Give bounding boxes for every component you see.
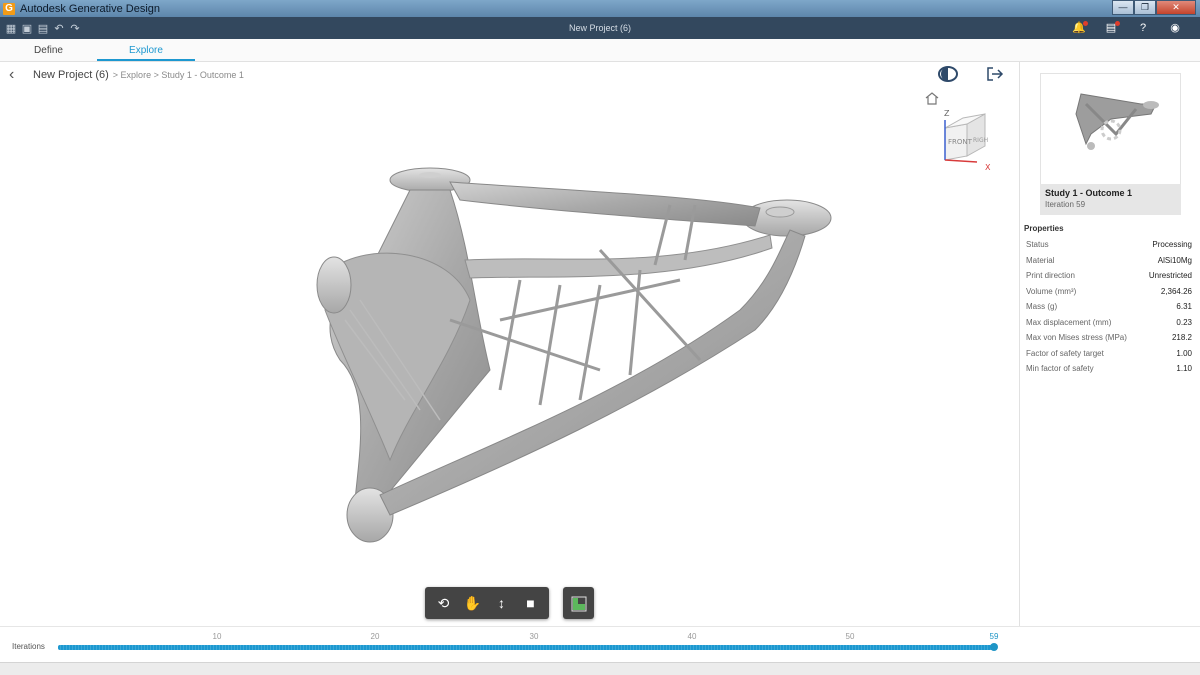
property-label: Print direction <box>1026 271 1075 280</box>
window-controls: — ❐ ✕ <box>1112 0 1196 15</box>
property-value: 6.31 <box>1176 302 1192 311</box>
viewcube-right-label: RIGH <box>973 137 988 144</box>
iterations-slider-track[interactable] <box>58 645 994 650</box>
viewcube[interactable]: Z X FRONT RIGH <box>937 106 995 172</box>
iteration-tick: 50 <box>845 632 855 641</box>
property-row: Volume (mm³) 2,364.26 <box>1026 287 1192 303</box>
minimize-button[interactable]: — <box>1112 0 1134 15</box>
visibility-toggle-icon[interactable] <box>938 66 958 82</box>
save-as-icon[interactable]: ▤ <box>36 22 50 35</box>
property-label: Status <box>1026 240 1049 249</box>
iteration-tick: 10 <box>212 632 222 641</box>
outcome-card[interactable]: Study 1 - Outcome 1 Iteration 59 <box>1040 184 1181 215</box>
section-analysis-icon <box>571 596 587 612</box>
property-value: 0.23 <box>1176 317 1192 327</box>
home-icon[interactable] <box>924 91 940 105</box>
outcome-thumbnail-image <box>1075 93 1159 150</box>
property-row: Print direction Unrestricted <box>1026 271 1192 287</box>
property-row: Mass (g) 6.31 <box>1026 302 1192 318</box>
orbit-icon[interactable]: ⟲ <box>433 595 455 612</box>
notification-badge <box>1083 21 1088 26</box>
iterations-slider-handle[interactable] <box>990 643 998 651</box>
property-value: 2,364.26 <box>1160 286 1192 296</box>
window-titlebar: G Autodesk Generative Design — ❐ ✕ <box>0 0 1200 17</box>
redo-icon[interactable]: ↷ <box>68 22 82 35</box>
pan-hand-icon[interactable]: ✋ <box>462 595 484 612</box>
property-row: Max von Mises stress (MPa) 218.2 <box>1026 333 1192 349</box>
project-title: New Project (6) <box>568 23 631 33</box>
section-analysis-button[interactable] <box>563 587 594 619</box>
app-header: ▦ ▣ ▤ ↶ ↷ New Project (6) 🔔 ▤ ? ◉ <box>0 17 1200 39</box>
iterations-label: Iterations <box>12 642 45 651</box>
outcome-panel: Study 1 - Outcome 1 Iteration 59 Propert… <box>1020 62 1200 662</box>
property-value: AlSi10Mg <box>1157 255 1192 265</box>
outcome-iteration: Iteration 59 <box>1045 200 1086 209</box>
property-value: Unrestricted <box>1148 271 1192 280</box>
viewcube-z-label: Z <box>944 109 950 118</box>
outcome-title: Study 1 - Outcome 1 <box>1045 188 1133 198</box>
breadcrumb: ‹ New Project (6) > Explore > Study 1 - … <box>0 62 1020 88</box>
property-row: Material AlSi10Mg <box>1026 256 1192 272</box>
jobs-badge <box>1115 21 1120 26</box>
properties-list: Status Processing Material AlSi10Mg Print … <box>1026 240 1192 380</box>
iteration-tick: 20 <box>370 632 380 641</box>
property-row: Status Processing <box>1026 240 1192 256</box>
header-actions: 🔔 ▤ ? ◉ <box>1072 20 1182 36</box>
property-label: Volume (mm³) <box>1026 286 1077 296</box>
mode-tabs: Define Explore <box>0 39 1200 62</box>
close-button[interactable]: ✕ <box>1156 0 1196 15</box>
viewcube-x-label: X <box>985 163 991 172</box>
status-strip <box>0 662 1200 675</box>
app-logo-icon: G <box>3 2 15 15</box>
export-icon[interactable] <box>985 66 1005 82</box>
generative-model[interactable] <box>300 160 845 550</box>
property-value: 1.00 <box>1176 348 1192 358</box>
3d-viewport[interactable]: Z X FRONT RIGH ⟲ ✋ ↕ ■ <box>0 88 1019 626</box>
property-row: Max displacement (mm) 0.23 <box>1026 318 1192 334</box>
camera-icon[interactable]: ■ <box>520 595 542 611</box>
property-label: Min factor of safety <box>1026 364 1094 373</box>
property-value: 1.10 <box>1176 364 1192 373</box>
iterations-bar: Iterations 10 20 30 40 50 59 <box>0 626 1200 662</box>
property-label: Max displacement (mm) <box>1026 317 1112 327</box>
maximize-button[interactable]: ❐ <box>1134 0 1156 15</box>
save-icon[interactable]: ▣ <box>20 22 34 35</box>
viewcube-front-label: FRONT <box>948 138 973 146</box>
property-label: Mass (g) <box>1026 302 1058 311</box>
help-icon[interactable]: ? <box>1136 20 1150 36</box>
tab-define[interactable]: Define <box>0 39 97 61</box>
tab-explore[interactable]: Explore <box>97 39 195 61</box>
iteration-tick: 30 <box>529 632 539 641</box>
iteration-tick: 40 <box>687 632 697 641</box>
jobs-icon[interactable]: ▤ <box>1104 20 1120 36</box>
grid-icon[interactable]: ▦ <box>4 22 18 35</box>
property-label: Factor of safety target <box>1026 348 1104 358</box>
navigation-toolbar: ⟲ ✋ ↕ ■ <box>425 587 549 619</box>
notifications-icon[interactable]: 🔔 <box>1072 20 1088 36</box>
property-label: Max von Mises stress (MPa) <box>1026 333 1127 342</box>
properties-heading: Properties <box>1024 224 1064 233</box>
breadcrumb-project[interactable]: New Project (6) <box>33 69 109 81</box>
property-label: Material <box>1026 255 1055 265</box>
undo-icon[interactable]: ↶ <box>52 22 66 35</box>
breadcrumb-path: > Explore > Study 1 - Outcome 1 <box>112 70 244 80</box>
property-value: 218.2 <box>1171 333 1192 342</box>
zoom-icon[interactable]: ↕ <box>491 595 513 611</box>
window-title: Autodesk Generative Design <box>20 2 161 15</box>
back-arrow-icon[interactable]: ‹ <box>9 66 25 84</box>
account-icon[interactable]: ◉ <box>1168 20 1182 36</box>
property-value: Processing <box>1152 240 1192 249</box>
property-row: Min factor of safety 1.10 <box>1026 364 1192 380</box>
property-row: Factor of safety target 1.00 <box>1026 349 1192 365</box>
iteration-current-label: 59 <box>989 632 999 641</box>
